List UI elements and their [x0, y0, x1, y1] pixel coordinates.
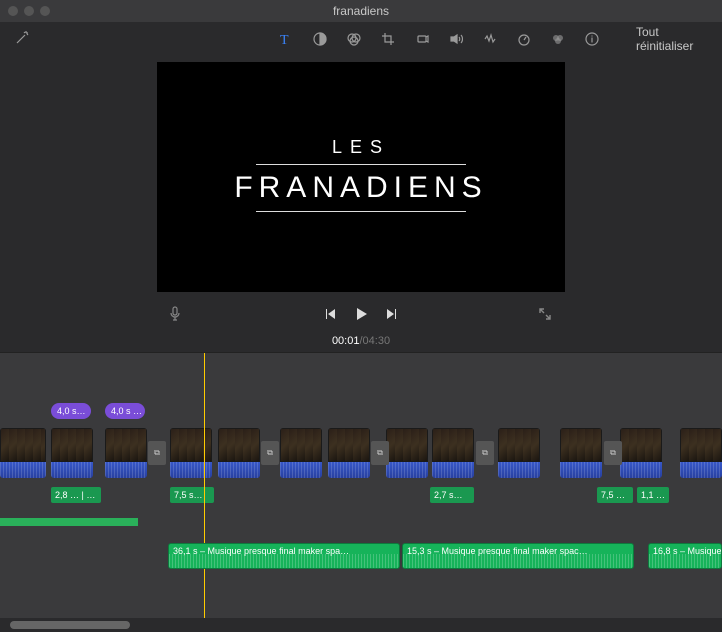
voiceover-icon[interactable] [168, 306, 182, 325]
fullscreen-icon[interactable] [538, 307, 552, 324]
audio-adjust-clip[interactable]: 1,1 … [637, 487, 669, 503]
timecode-display: 00:01 / 04:30 [0, 330, 722, 352]
video-clip[interactable] [386, 428, 428, 478]
selection-range-bar[interactable] [0, 518, 138, 526]
transition-icon[interactable]: ⧉ [371, 441, 389, 465]
transition-icon[interactable]: ⧉ [261, 441, 279, 465]
video-clip[interactable] [51, 428, 93, 478]
audio-adjust-clip[interactable]: 7,5 … [597, 487, 633, 503]
playback-controls [0, 300, 722, 330]
info-icon[interactable] [584, 31, 600, 47]
transition-icon[interactable]: ⧉ [604, 441, 622, 465]
video-clip[interactable] [280, 428, 322, 478]
color-balance-icon[interactable] [312, 31, 328, 47]
video-clip[interactable] [498, 428, 540, 478]
filter-icon[interactable] [550, 31, 566, 47]
video-preview: LES FRANADIENS [157, 62, 565, 292]
transition-icon[interactable]: ⧉ [148, 441, 166, 465]
duration: 04:30 [363, 335, 391, 347]
zoom-scrollbar[interactable] [0, 618, 722, 632]
audio-clip[interactable]: 15,3 s – Musique presque final maker spa… [402, 543, 634, 569]
video-clip[interactable] [170, 428, 212, 478]
play-icon[interactable] [353, 306, 369, 325]
video-clip[interactable] [620, 428, 662, 478]
window-title: franadiens [333, 4, 389, 18]
playhead[interactable] [204, 353, 205, 632]
title-line-2: FRANADIENS [234, 171, 487, 205]
color-correction-icon[interactable] [346, 31, 362, 47]
video-clip[interactable] [328, 428, 370, 478]
reset-all-button[interactable]: Tout réinitialiser [636, 25, 702, 53]
title-clip[interactable]: 4,0 s … [105, 403, 145, 419]
video-clip[interactable] [218, 428, 260, 478]
audio-adjust-clip[interactable]: 2,7 s… [430, 487, 474, 503]
video-clip[interactable] [680, 428, 722, 478]
volume-icon[interactable] [448, 31, 464, 47]
audio-adjust-clip[interactable]: 2,8 … | … [51, 487, 101, 503]
timeline[interactable]: 4,0 s… 4,0 s … ⧉ ⧉ ⧉ ⧉ ⧉ 2,8 … | … 7,5 s… 2,7 s… 7… [0, 352, 722, 632]
video-clip[interactable] [105, 428, 147, 478]
next-icon[interactable] [385, 307, 399, 324]
inspector-toolbar: T Tout réinitialiser [0, 22, 722, 56]
speed-icon[interactable] [516, 31, 532, 47]
zoom-thumb[interactable] [10, 621, 130, 629]
video-clip[interactable] [560, 428, 602, 478]
svg-text:T: T [280, 33, 289, 47]
audio-adjust-clip[interactable]: 7,5 s… [170, 487, 214, 503]
title-line-1: LES [332, 137, 390, 158]
stabilize-icon[interactable] [414, 31, 430, 47]
video-track[interactable]: 4,0 s…4,0 s …⧉⧉⧉⧉⧉2,8 … | …7,5 s…2,7 s…7… [0, 423, 722, 483]
audio-clip[interactable]: 16,8 s – Musique presque final maker spa… [648, 543, 722, 569]
title-clip[interactable]: 4,0 s… [51, 403, 91, 419]
audio-clip[interactable]: 36,1 s – Musique presque final maker spa… [168, 543, 400, 569]
current-time: 00:01 [332, 335, 360, 347]
video-clip[interactable] [432, 428, 474, 478]
crop-icon[interactable] [380, 31, 396, 47]
prev-icon[interactable] [323, 307, 337, 324]
titles-icon[interactable]: T [278, 31, 294, 47]
video-clip[interactable] [0, 428, 46, 478]
noise-reduction-icon[interactable] [482, 31, 498, 47]
window-traffic-lights[interactable] [8, 6, 50, 16]
window-titlebar: franadiens [0, 0, 722, 22]
transition-icon[interactable]: ⧉ [476, 441, 494, 465]
magic-wand-icon[interactable] [14, 30, 30, 49]
